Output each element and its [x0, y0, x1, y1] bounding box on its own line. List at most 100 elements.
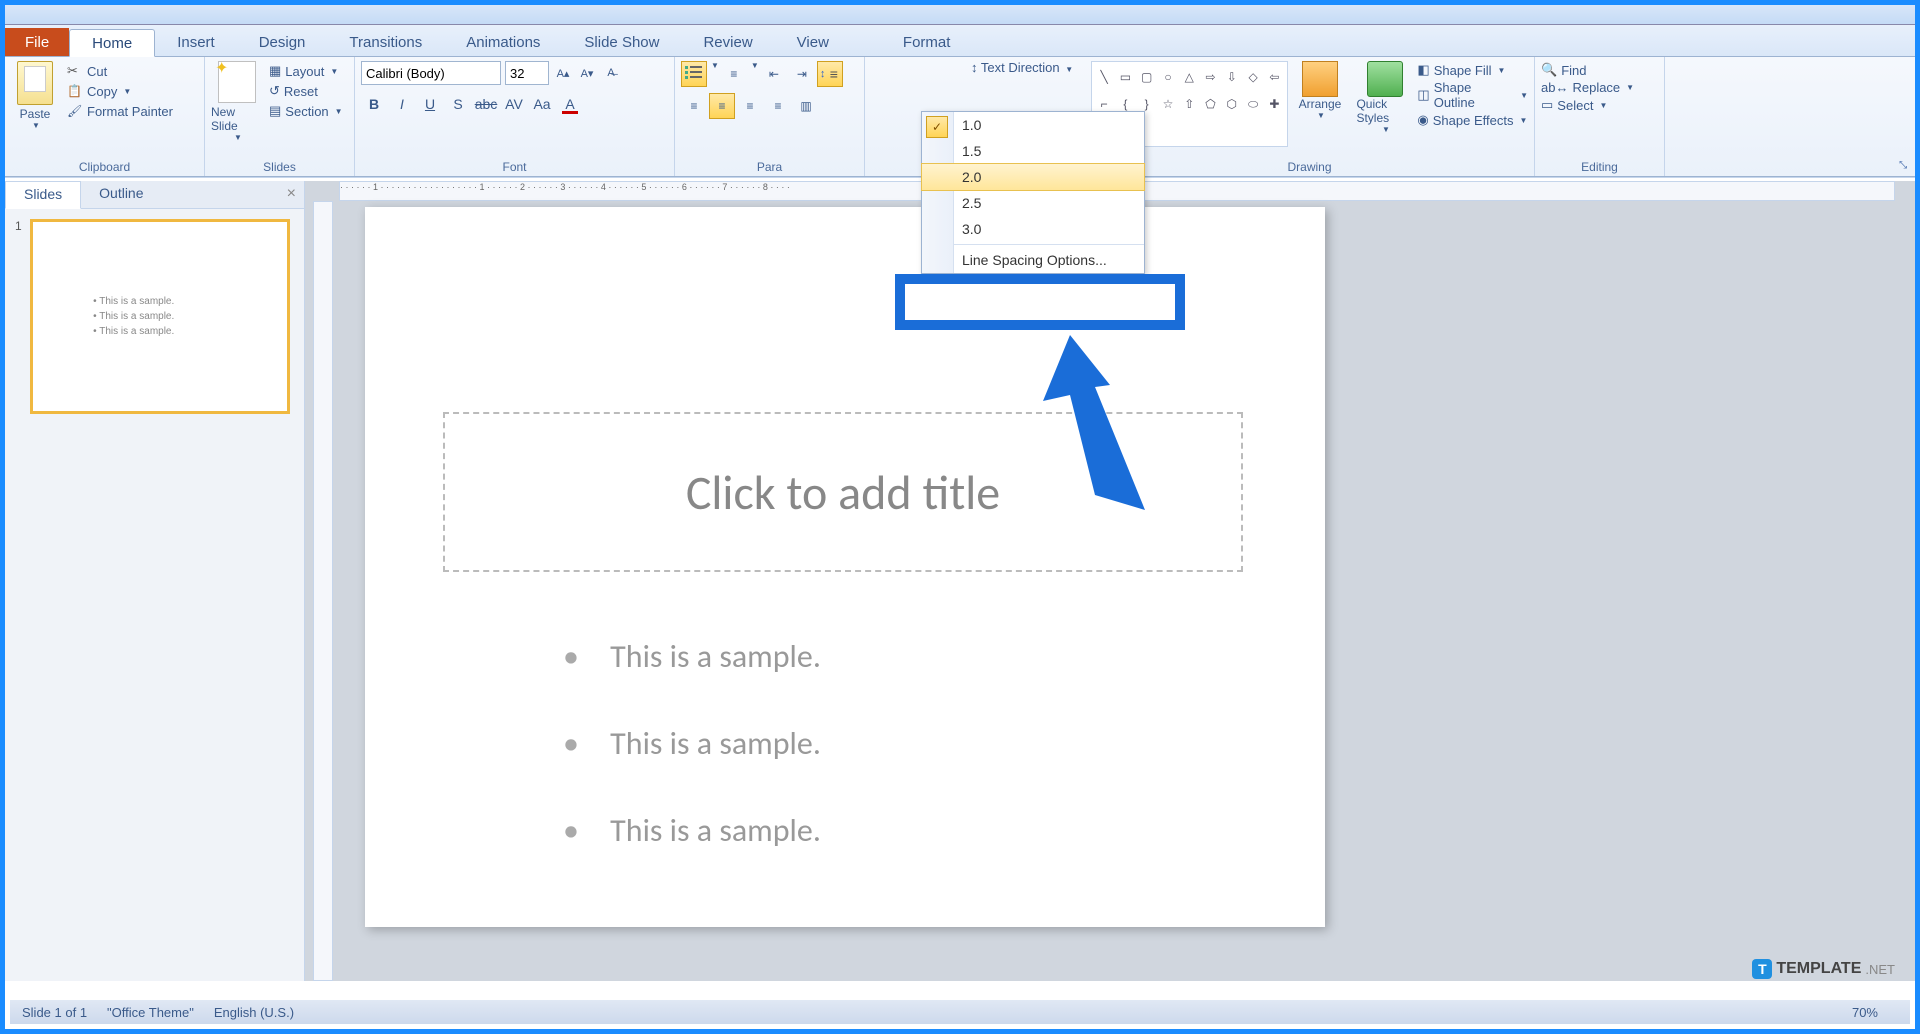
numbering-button[interactable]: ≡	[721, 61, 747, 87]
spacing-2-0[interactable]: 2.0	[921, 163, 1145, 191]
view-tab[interactable]: View	[775, 28, 851, 56]
outline-panel-tab[interactable]: Outline	[81, 181, 161, 208]
shape-effects-button[interactable]: ◉ Shape Effects▼	[1417, 111, 1528, 129]
char-spacing-button[interactable]: AV	[501, 91, 527, 117]
clear-format-button[interactable]: A̶	[601, 63, 621, 83]
shape-rect2-icon[interactable]: ▢	[1137, 64, 1157, 90]
shadow-button[interactable]: S	[445, 91, 471, 117]
shape-rect-icon[interactable]: ▭	[1115, 64, 1135, 90]
decrease-indent-button[interactable]: ⇤	[761, 61, 787, 87]
thumb-number: 1	[15, 219, 22, 233]
file-tab[interactable]: File	[5, 28, 69, 56]
animations-tab[interactable]: Animations	[444, 28, 562, 56]
font-size-combo[interactable]	[505, 61, 549, 85]
align-center-button[interactable]: ≡	[709, 93, 735, 119]
increase-indent-button[interactable]: ⇥	[789, 61, 815, 87]
shape-outline-button[interactable]: ◫ Shape Outline▼	[1417, 79, 1528, 111]
content-placeholder[interactable]: This is a sample. This is a sample. This…	[443, 617, 1243, 898]
change-case-button[interactable]: Aa	[529, 91, 555, 117]
italic-button[interactable]: I	[389, 91, 415, 117]
shape-plus-icon[interactable]: ✚	[1264, 91, 1284, 117]
align-left-button[interactable]: ≡	[681, 93, 707, 119]
shape-oval-icon[interactable]: ○	[1158, 64, 1178, 90]
quick-styles-icon	[1367, 61, 1403, 97]
vertical-ruler[interactable]	[313, 201, 333, 981]
close-panel-button[interactable]: ×	[279, 181, 304, 208]
title-bar	[5, 5, 1915, 25]
underline-button[interactable]: U	[417, 91, 443, 117]
slideshow-tab[interactable]: Slide Show	[562, 28, 681, 56]
bullets-button[interactable]	[681, 61, 707, 87]
find-button[interactable]: 🔍 Find	[1541, 61, 1658, 79]
ribbon-tabs: File Home Insert Design Transitions Anim…	[5, 25, 1915, 57]
format-tab[interactable]: Format	[881, 28, 973, 56]
grow-font-button[interactable]: A▴	[553, 63, 573, 83]
design-tab[interactable]: Design	[237, 28, 328, 56]
shape-triangle-icon[interactable]: △	[1179, 64, 1199, 90]
format-painter-button[interactable]: Format Painter	[67, 101, 173, 121]
line-spacing-dropdown: ✓ 1.0 1.5 2.0 2.5 3.0 Line Spacing Optio…	[921, 111, 1145, 274]
shape-callout-icon[interactable]: ⬭	[1243, 91, 1263, 117]
align-right-button[interactable]: ≡	[737, 93, 763, 119]
shape-arrow-r-icon[interactable]: ⇨	[1200, 64, 1220, 90]
shape-diamond-icon[interactable]: ◇	[1243, 64, 1263, 90]
spacing-1-5[interactable]: 1.5	[922, 138, 1144, 164]
line-spacing-button[interactable]	[817, 61, 843, 87]
layout-label: Layout	[285, 64, 324, 79]
review-tab[interactable]: Review	[681, 28, 774, 56]
drawing-group: ╲ ▭ ▢ ○ △ ⇨ ⇩ ◇ ⇦ ⌐ { } ☆ ⇧ ⬠ ⬡ ⬭	[1085, 57, 1535, 176]
shape-arrow-u-icon[interactable]: ⇧	[1179, 91, 1199, 117]
line-spacing-options[interactable]: Line Spacing Options...	[922, 247, 1144, 273]
language-status[interactable]: English (U.S.)	[214, 1005, 294, 1020]
replace-button[interactable]: ab↔ Replace▼	[1541, 79, 1658, 96]
select-button[interactable]: ▭ Select▼	[1541, 96, 1658, 114]
slide-thumbnail-1[interactable]: This is a sample. This is a sample. This…	[30, 219, 290, 414]
shape-star-icon[interactable]: ☆	[1158, 91, 1178, 117]
bold-button[interactable]: B	[361, 91, 387, 117]
spacing-3-0[interactable]: 3.0	[922, 216, 1144, 242]
arrange-button[interactable]: Arrange ▼	[1292, 61, 1349, 158]
shape-line-icon[interactable]: ╲	[1094, 64, 1114, 90]
strikethrough-button[interactable]: abc	[473, 91, 499, 117]
chevron-down-icon: ▼	[1065, 65, 1073, 74]
transitions-tab[interactable]: Transitions	[327, 28, 444, 56]
replace-label: Replace	[1572, 80, 1620, 95]
text-direction-label: Text Direction	[981, 60, 1060, 75]
cut-button[interactable]: Cut	[67, 61, 173, 81]
shape-arrow-d-icon[interactable]: ⇩	[1222, 64, 1242, 90]
clipboard-group-label: Clipboard	[11, 158, 198, 176]
shape-fill-button[interactable]: ◧ Shape Fill▼	[1417, 61, 1528, 79]
shape-pentagon-icon[interactable]: ⬠	[1200, 91, 1220, 117]
font-color-button[interactable]: A	[557, 91, 583, 117]
new-slide-button[interactable]: New Slide ▼	[211, 61, 263, 158]
chevron-down-icon: ▼	[1520, 91, 1528, 100]
zoom-status[interactable]: 70%	[1852, 1005, 1878, 1020]
layout-button[interactable]: ▦ Layout▼	[269, 61, 343, 81]
copy-button[interactable]: Copy▼	[67, 81, 173, 101]
chevron-down-icon: ▼	[234, 133, 242, 142]
drawing-dialog-launcher[interactable]: ⤡	[1899, 160, 1913, 174]
line-spacing-options-label: Line Spacing Options...	[962, 252, 1107, 268]
justify-button[interactable]: ≡	[765, 93, 791, 119]
editing-group-label: Editing	[1541, 158, 1658, 176]
reset-button[interactable]: ↺ Reset	[269, 81, 343, 101]
shape-hexagon-icon[interactable]: ⬡	[1222, 91, 1242, 117]
insert-tab[interactable]: Insert	[155, 28, 237, 56]
section-button[interactable]: ▤ Section▼	[269, 101, 343, 121]
chevron-down-icon: ▼	[1519, 116, 1527, 125]
spacing-2-5[interactable]: 2.5	[922, 190, 1144, 216]
shape-arrow-l-icon[interactable]: ⇦	[1264, 64, 1284, 90]
section-label: Section	[285, 104, 328, 119]
quick-styles-button[interactable]: Quick Styles ▼	[1356, 61, 1413, 158]
slides-panel-tab[interactable]: Slides	[5, 181, 81, 209]
spacing-1-0[interactable]: ✓ 1.0	[922, 112, 1144, 138]
columns-button[interactable]: ▥	[793, 93, 819, 119]
text-direction-button[interactable]: ↕ Text Direction ▼	[971, 60, 1073, 75]
quick-styles-label: Quick Styles	[1356, 97, 1413, 125]
shrink-font-button[interactable]: A▾	[577, 63, 597, 83]
chevron-down-icon: ▼	[1317, 111, 1325, 120]
home-tab[interactable]: Home	[69, 29, 155, 57]
watermark-suffix: .NET	[1865, 962, 1895, 977]
paste-button[interactable]: Paste ▼	[11, 61, 59, 158]
font-name-combo[interactable]	[361, 61, 501, 85]
